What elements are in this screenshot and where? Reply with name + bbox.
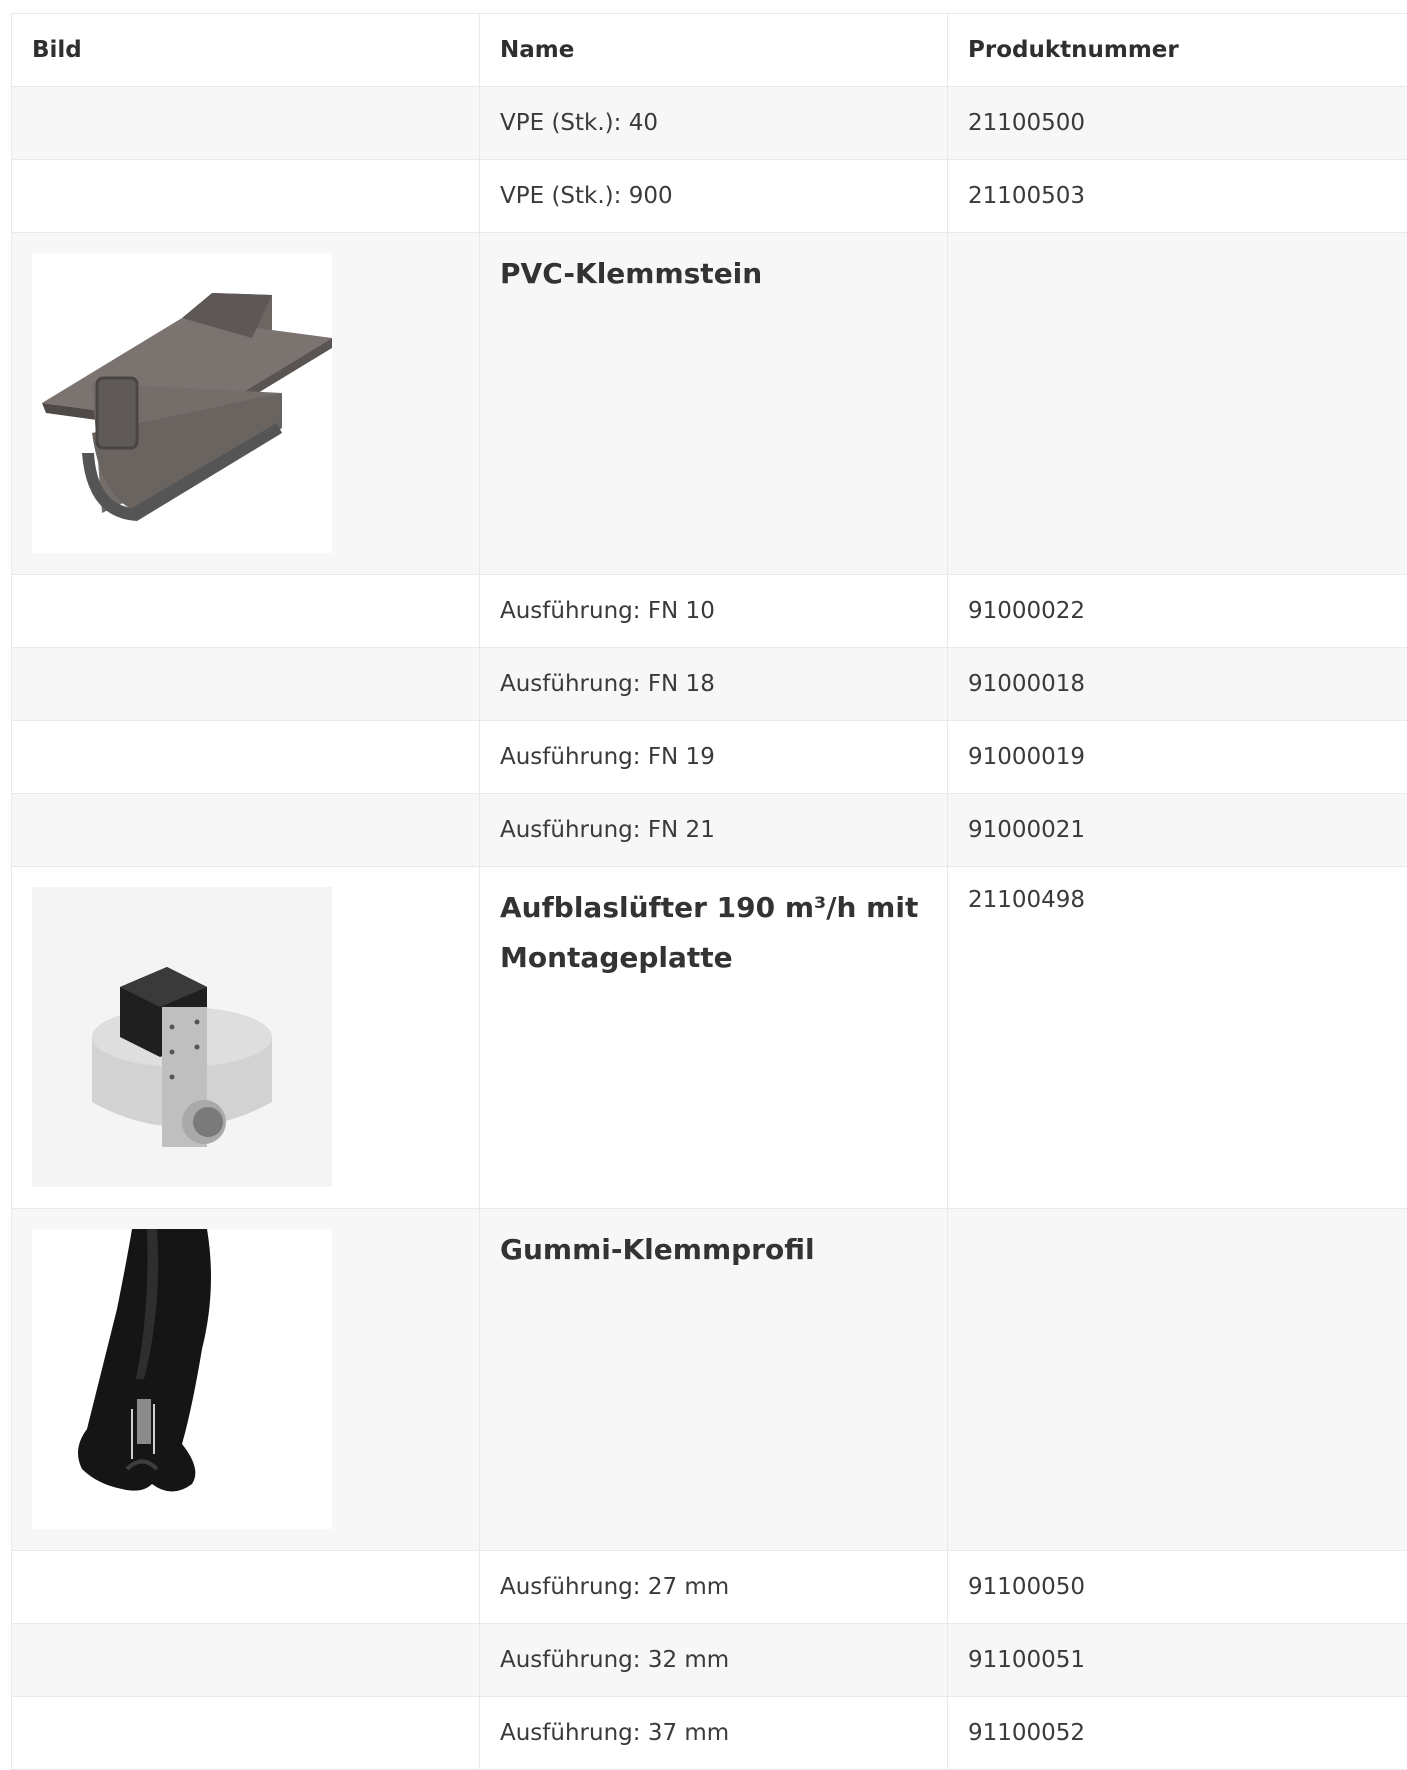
table-row-product: Aufblaslüfter 190 m³/h mit Montageplatte…	[12, 867, 1407, 1209]
variant-name-cell: Ausführung: 32 mm	[480, 1624, 948, 1697]
table-row: Ausführung: FN 10 91000022	[12, 575, 1407, 648]
table-row: Ausführung: FN 18 91000018	[12, 648, 1407, 721]
product-name-cell: Gummi-Klemmprofil	[480, 1209, 948, 1551]
variant-name-cell: VPE (Stk.): 900	[480, 160, 948, 233]
product-number-cell: 91000019	[948, 721, 1407, 794]
rubber-profile-image[interactable]	[32, 1229, 332, 1529]
product-table-wrapper: Bild Name Produktnummer VPE (Stk.): 40 2…	[11, 13, 1407, 1770]
image-cell	[12, 1697, 480, 1770]
image-cell	[12, 648, 480, 721]
product-name-cell: Aufblaslüfter 190 m³/h mit Montageplatte	[480, 867, 948, 1209]
table-row-product: Gummi-Klemmprofil	[12, 1209, 1407, 1551]
variant-name-cell: Ausführung: FN 21	[480, 794, 948, 867]
image-cell	[12, 867, 480, 1209]
column-header-image[interactable]: Bild	[12, 14, 480, 87]
variant-name-cell: Ausführung: FN 18	[480, 648, 948, 721]
blower-drawing	[32, 887, 332, 1187]
blower-image[interactable]	[32, 887, 332, 1187]
table-row: Ausführung: FN 19 91000019	[12, 721, 1407, 794]
product-number-cell	[948, 233, 1407, 575]
image-cell	[12, 794, 480, 867]
product-table: Bild Name Produktnummer VPE (Stk.): 40 2…	[11, 13, 1407, 1770]
variant-name-cell: Ausführung: FN 10	[480, 575, 948, 648]
column-header-name[interactable]: Name	[480, 14, 948, 87]
image-cell	[12, 721, 480, 794]
image-cell	[12, 1551, 480, 1624]
product-number-cell: 91100052	[948, 1697, 1407, 1770]
variant-name-cell: Ausführung: 37 mm	[480, 1697, 948, 1770]
product-number-cell: 91000022	[948, 575, 1407, 648]
table-row: Ausführung: 32 mm 91100051	[12, 1624, 1407, 1697]
table-row: VPE (Stk.): 40 21100500	[12, 87, 1407, 160]
product-number-cell: 91000018	[948, 648, 1407, 721]
product-number-cell: 91000021	[948, 794, 1407, 867]
table-header-row: Bild Name Produktnummer	[12, 14, 1407, 87]
variant-name-cell: Ausführung: FN 19	[480, 721, 948, 794]
product-number-cell: 91100051	[948, 1624, 1407, 1697]
rubber-profile-drawing	[32, 1229, 332, 1529]
pvc-clamp-image[interactable]	[32, 253, 332, 553]
table-row: Ausführung: 27 mm 91100050	[12, 1551, 1407, 1624]
image-cell	[12, 160, 480, 233]
table-row-product: PVC-Klemmstein	[12, 233, 1407, 575]
image-cell	[12, 1209, 480, 1551]
image-cell	[12, 1624, 480, 1697]
product-name-cell: PVC-Klemmstein	[480, 233, 948, 575]
image-cell	[12, 87, 480, 160]
product-number-cell	[948, 1209, 1407, 1551]
image-cell	[12, 575, 480, 648]
table-row: Ausführung: FN 21 91000021	[12, 794, 1407, 867]
image-cell	[12, 233, 480, 575]
pvc-clamp-drawing	[32, 253, 332, 553]
product-number-cell: 21100500	[948, 87, 1407, 160]
table-row: VPE (Stk.): 900 21100503	[12, 160, 1407, 233]
variant-name-cell: Ausführung: 27 mm	[480, 1551, 948, 1624]
product-number-cell: 21100498	[948, 867, 1407, 1209]
column-header-number[interactable]: Produktnummer	[948, 14, 1407, 87]
product-number-cell: 91100050	[948, 1551, 1407, 1624]
variant-name-cell: VPE (Stk.): 40	[480, 87, 948, 160]
product-number-cell: 21100503	[948, 160, 1407, 233]
table-row: Ausführung: 37 mm 91100052	[12, 1697, 1407, 1770]
